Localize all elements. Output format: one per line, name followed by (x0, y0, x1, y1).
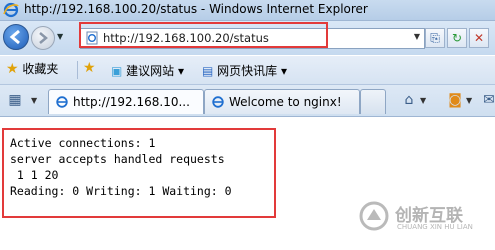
read-mail-icon[interactable]: ✉ (478, 90, 495, 110)
close-icon: ✕ (473, 31, 485, 45)
ie-logo-icon (3, 2, 19, 18)
add-favorite-button[interactable]: ★ (83, 60, 96, 76)
active-connections-line: Active connections: 1 (10, 136, 156, 150)
suggested-sites-icon: ▣ (111, 64, 123, 78)
reading-writing-waiting-line: Reading: 0 Writing: 1 Waiting: 0 (10, 184, 232, 198)
suggested-sites-label: 建议网站 ▾ (126, 64, 185, 78)
favorites-star-icon: ★ (6, 61, 19, 77)
favorites-label: 收藏夹 (22, 62, 59, 76)
forward-button[interactable] (31, 26, 55, 50)
history-dropdown-icon[interactable]: ▼ (57, 32, 63, 41)
home-dropdown-icon[interactable]: ▼ (420, 96, 426, 105)
tab-status[interactable]: http://192.168.10... ✕ (48, 89, 204, 114)
title-bar: http://192.168.100.20/status - Windows I… (0, 0, 495, 21)
ie-page-icon (212, 96, 224, 108)
tab-label: Welcome to nginx! (229, 95, 342, 109)
web-slice-gallery-button[interactable]: ▤ 网页快讯库 ▾ (202, 62, 287, 79)
feeds-dropdown-icon[interactable]: ▼ (466, 96, 472, 105)
back-button[interactable] (3, 24, 29, 50)
compatibility-view-icon: ⎘ (430, 31, 440, 45)
compatibility-view-button[interactable]: ⎘ (425, 28, 445, 48)
divider (77, 61, 78, 79)
stop-button[interactable]: ✕ (469, 28, 489, 48)
suggested-sites-button[interactable]: ▣ 建议网站 ▾ (111, 62, 184, 79)
home-icon[interactable]: ⌂ (398, 90, 420, 110)
tab-list-dropdown-icon[interactable]: ▼ (31, 96, 37, 105)
refresh-button[interactable]: ↻ (447, 28, 467, 48)
tab-label: http://192.168.10... (73, 95, 190, 109)
web-slice-gallery-label: 网页快讯库 ▾ (217, 64, 288, 78)
quick-tabs-icon[interactable]: ▦ (4, 90, 26, 110)
address-highlight-box (79, 22, 328, 48)
ie-page-icon (56, 96, 68, 108)
tab-bar: ▦ ▼ http://192.168.10... ✕ Welcome to ng… (0, 85, 495, 117)
server-counts-line: 1 1 20 (10, 168, 59, 182)
back-arrow-icon (9, 29, 20, 45)
watermark-en-text: CHUANG XIN HU LIAN (397, 223, 473, 231)
feeds-icon[interactable]: ◙ (444, 90, 466, 110)
favorites-bar: ★ 收藏夹 ★ ▣ 建议网站 ▾ ▤ 网页快讯库 ▾ (0, 56, 495, 85)
favorites-button[interactable]: ★ 收藏夹 (6, 60, 58, 77)
forward-arrow-icon (39, 32, 48, 44)
window-title: http://192.168.100.20/status - Windows I… (24, 2, 368, 16)
watermark: 创新互联 CHUANG XIN HU LIAN (357, 199, 473, 237)
watermark-logo-icon (359, 201, 389, 231)
new-tab-button[interactable] (360, 89, 386, 114)
refresh-icon: ↻ (451, 31, 463, 45)
add-favorite-icon: ★ (83, 60, 96, 76)
web-slice-icon: ▤ (202, 64, 214, 78)
server-header-line: server accepts handled requests (10, 152, 225, 166)
address-dropdown-icon[interactable]: ▼ (414, 32, 420, 41)
tab-welcome-nginx[interactable]: Welcome to nginx! (204, 89, 360, 114)
